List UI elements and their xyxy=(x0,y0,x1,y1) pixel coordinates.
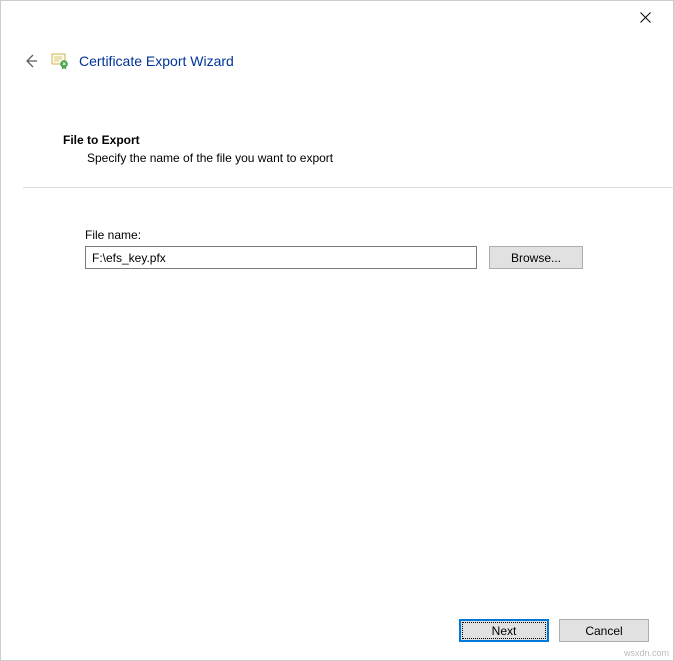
wizard-header: Certificate Export Wizard xyxy=(21,51,234,71)
divider xyxy=(23,187,674,188)
wizard-content: File to Export Specify the name of the f… xyxy=(63,133,635,269)
next-button[interactable]: Next xyxy=(459,619,549,642)
watermark: wsxdn.com xyxy=(624,648,669,658)
cancel-button[interactable]: Cancel xyxy=(559,619,649,642)
section-subtext: Specify the name of the file you want to… xyxy=(87,151,635,165)
close-icon xyxy=(640,12,651,23)
filename-row: Browse... xyxy=(85,246,635,269)
back-arrow-icon xyxy=(23,53,39,69)
file-field-group: File name: Browse... xyxy=(85,228,635,269)
certificate-icon xyxy=(51,52,69,70)
close-button[interactable] xyxy=(625,3,665,31)
filename-input[interactable] xyxy=(85,246,477,269)
section-heading: File to Export xyxy=(63,133,635,147)
wizard-footer: Next Cancel xyxy=(459,619,649,642)
wizard-title: Certificate Export Wizard xyxy=(79,53,234,69)
browse-button[interactable]: Browse... xyxy=(489,246,583,269)
back-button[interactable] xyxy=(21,51,41,71)
filename-label: File name: xyxy=(85,228,635,242)
